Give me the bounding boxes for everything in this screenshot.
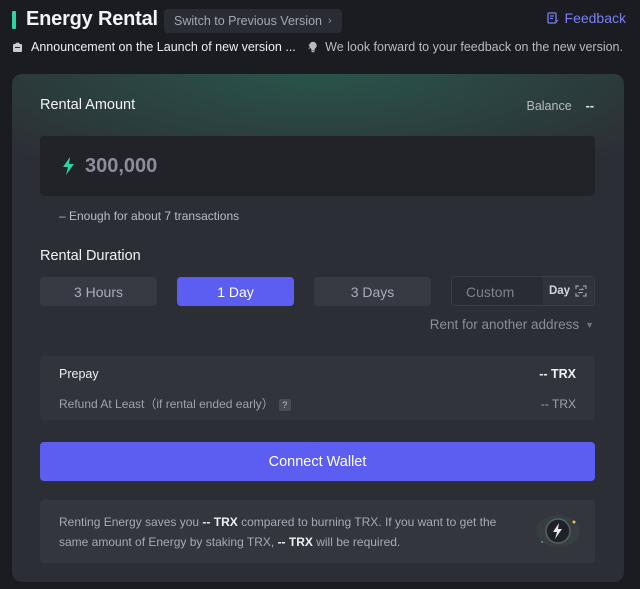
swap-icon [575,285,587,297]
announcement-bar: Announcement on the Launch of new versio… [0,38,640,58]
announcement-text: Announcement on the Launch of new versio… [31,40,296,54]
help-icon[interactable]: ? [278,398,291,411]
switch-version-label: Switch to Previous Version [174,14,322,28]
chevron-right-icon: › [328,15,332,27]
top-bar: Energy Rental Switch to Previous Version… [0,0,640,40]
enough-hint: – Enough for about 7 transactions [59,209,240,223]
savings-amount: -- TRX [202,515,238,529]
duration-3-days-button[interactable]: 3 Days [314,277,431,306]
custom-duration-input[interactable]: Custom Day [451,276,595,306]
refund-row: Refund At Least（if rental ended early）? … [59,395,576,412]
staking-amount: -- TRX [277,535,313,549]
feedback-link[interactable]: Feedback [546,10,626,26]
edit-icon [546,12,559,24]
feedback-label: Feedback [564,10,626,26]
balance-label: Balance [526,99,572,113]
bolt-icon [63,157,74,175]
balance-value: -- [585,99,594,113]
savings-text-part3: will be required. [312,535,401,549]
prepay-row: Prepay -- TRX [59,367,576,381]
refund-value: -- TRX [540,396,576,411]
duration-1-day-button[interactable]: 1 Day [177,277,294,306]
savings-text-part1: Renting Energy saves you [59,515,203,529]
savings-info-box: Renting Energy saves you -- TRX compared… [40,500,595,563]
announcement-link[interactable]: Announcement on the Launch of new versio… [12,40,311,54]
lightbulb-icon [309,41,317,53]
rental-amount-value: 300,000 [85,154,158,177]
balance: Balance -- [526,99,594,113]
prepay-label: Prepay [59,367,99,381]
feedback-note-text: We look forward to your feedback on the … [325,40,623,54]
rental-amount-input[interactable]: 300,000 [40,136,595,196]
feedback-note: We look forward to your feedback on the … [308,40,623,54]
rent-for-another-address-label: Rent for another address [429,317,580,332]
savings-info-text: Renting Energy saves you -- TRX compared… [59,512,521,552]
duration-3-hours-button[interactable]: 3 Hours [40,277,157,306]
prepay-value: -- TRX [539,367,576,381]
payment-summary: Prepay -- TRX Refund At Least（if rental … [40,356,595,420]
rental-duration-label: Rental Duration [40,248,141,264]
rental-card: Rental Amount Balance -- 300,000 – Enoug… [12,74,624,582]
page-title: Energy Rental [26,8,158,30]
duration-unit-label: Day [548,285,571,297]
clipboard-icon [13,42,22,52]
energy-coin-icon [536,515,580,547]
duration-unit-toggle[interactable]: Day [543,277,594,305]
connect-wallet-button[interactable]: Connect Wallet [40,442,595,481]
chevron-down-icon: ▼ [585,319,594,330]
switch-version-button[interactable]: Switch to Previous Version › [164,9,342,33]
title-accent-bar [12,11,16,29]
custom-duration-placeholder: Custom [466,284,515,300]
rent-for-another-address-toggle[interactable]: Rent for another address ▼ [430,317,594,332]
rental-amount-label: Rental Amount [40,97,136,113]
refund-label: Refund At Least（if rental ended early） [59,397,274,411]
